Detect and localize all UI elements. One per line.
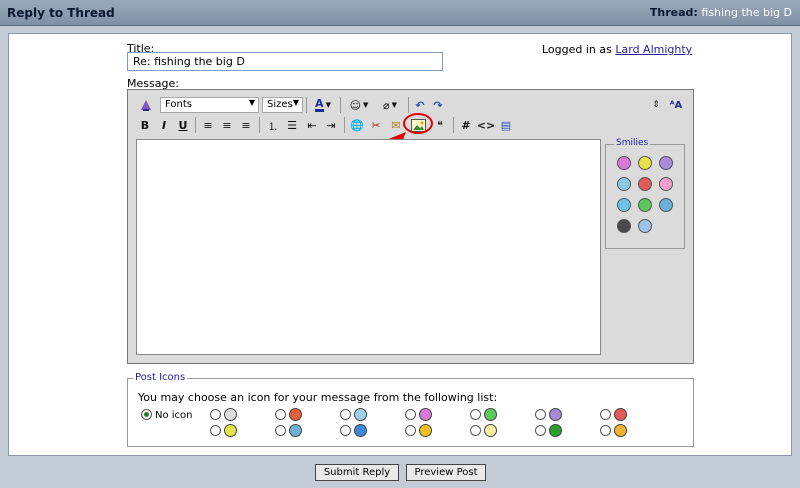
code-hash-button[interactable]: # bbox=[458, 117, 474, 133]
post-icon-radio[interactable] bbox=[210, 425, 221, 436]
bold-button[interactable]: B bbox=[137, 117, 153, 133]
smilie-icon[interactable] bbox=[659, 198, 673, 212]
smilie-icon[interactable] bbox=[638, 198, 652, 212]
post-icon bbox=[549, 424, 562, 437]
smilie-icon[interactable] bbox=[638, 156, 652, 170]
post-icon bbox=[419, 408, 432, 421]
post-icon-radio[interactable] bbox=[405, 425, 416, 436]
post-icons-legend: Post Icons bbox=[133, 372, 188, 383]
post-icon bbox=[419, 424, 432, 437]
font-select[interactable]: Fonts ▼ bbox=[160, 97, 259, 113]
smilies-legend: Smilies bbox=[614, 138, 651, 148]
php-code-icon[interactable]: ▤ bbox=[498, 117, 514, 133]
smilie-icon[interactable] bbox=[638, 177, 652, 191]
ordered-list-icon[interactable]: ⒈ bbox=[265, 117, 281, 133]
smilie-icon[interactable] bbox=[617, 156, 631, 170]
post-icon-radio[interactable] bbox=[600, 425, 611, 436]
no-icon-label: No icon bbox=[155, 410, 193, 421]
align-right-icon[interactable]: ≡ bbox=[238, 117, 254, 133]
font-color-icon[interactable]: A ▼ bbox=[311, 97, 335, 113]
post-icon-radio[interactable] bbox=[340, 425, 351, 436]
post-icon-radio[interactable] bbox=[535, 409, 546, 420]
underline-button[interactable]: U bbox=[175, 117, 191, 133]
smilie-icon[interactable] bbox=[638, 219, 652, 233]
align-center-icon[interactable]: ≡ bbox=[219, 117, 235, 133]
page-title: Reply to Thread bbox=[7, 6, 115, 20]
post-icon bbox=[614, 408, 627, 421]
toolbar-divider bbox=[408, 97, 409, 113]
post-icon-radio[interactable] bbox=[600, 409, 611, 420]
post-icon bbox=[484, 424, 497, 437]
title-input[interactable] bbox=[127, 52, 443, 71]
toolbar-divider bbox=[340, 97, 341, 113]
redo-icon[interactable]: ↷ bbox=[430, 97, 446, 113]
thread-info: Thread: fishing the big D bbox=[650, 6, 792, 19]
post-icon bbox=[289, 408, 302, 421]
smilie-icon[interactable] bbox=[617, 219, 631, 233]
unordered-list-icon[interactable]: ☰ bbox=[284, 117, 300, 133]
smilie-icon[interactable] bbox=[617, 177, 631, 191]
post-icon bbox=[224, 424, 237, 437]
post-icon bbox=[354, 424, 367, 437]
thread-label: Thread: bbox=[649, 6, 698, 19]
post-icon bbox=[224, 408, 237, 421]
post-icon-radio[interactable] bbox=[405, 409, 416, 420]
submit-reply-button[interactable]: Submit Reply bbox=[315, 464, 399, 481]
undo-icon[interactable]: ↶ bbox=[412, 97, 428, 113]
no-icon-radio[interactable] bbox=[141, 409, 152, 420]
smilie-icon[interactable] bbox=[659, 177, 673, 191]
post-icon-radio[interactable] bbox=[340, 409, 351, 420]
outdent-icon[interactable]: ⇤ bbox=[304, 117, 320, 133]
message-textarea[interactable] bbox=[136, 139, 601, 355]
post-icon-radio[interactable] bbox=[470, 425, 481, 436]
size-select[interactable]: Sizes ▼ bbox=[262, 97, 303, 113]
resize-editor-icon[interactable]: ⇕ bbox=[648, 97, 664, 113]
post-icon-radio[interactable] bbox=[535, 425, 546, 436]
html-code-button[interactable]: <> bbox=[477, 117, 495, 133]
toolbar-divider bbox=[453, 117, 454, 133]
post-icon bbox=[484, 408, 497, 421]
smilie-icon[interactable] bbox=[659, 156, 673, 170]
size-select-label: Sizes bbox=[267, 99, 293, 110]
username-link[interactable]: Lard Almighty bbox=[615, 43, 692, 56]
text-size-icon[interactable]: ᴬA bbox=[668, 97, 684, 113]
attach-icon[interactable]: ⌀ ▼ bbox=[377, 97, 403, 113]
post-icon bbox=[289, 424, 302, 437]
quote-icon[interactable]: ❝ bbox=[432, 117, 448, 133]
switch-mode-icon[interactable] bbox=[138, 97, 154, 113]
post-icon-radio[interactable] bbox=[275, 409, 286, 420]
post-icon bbox=[614, 424, 627, 437]
post-icon-radio[interactable] bbox=[470, 409, 481, 420]
post-icons-help: You may choose an icon for your message … bbox=[138, 391, 498, 404]
post-icon-radio[interactable] bbox=[210, 409, 221, 420]
font-select-label: Fonts bbox=[165, 99, 192, 110]
thread-name: fishing the big D bbox=[701, 6, 792, 19]
logged-in-info: Logged in as Lard Almighty bbox=[542, 43, 692, 56]
smilie-icon[interactable] bbox=[617, 198, 631, 212]
toolbar-divider bbox=[195, 117, 196, 133]
preview-post-button[interactable]: Preview Post bbox=[406, 464, 486, 481]
italic-button[interactable]: I bbox=[156, 117, 172, 133]
toolbar-divider bbox=[306, 97, 307, 113]
post-icon bbox=[549, 408, 562, 421]
header-bar: Reply to Thread Thread: fishing the big … bbox=[0, 0, 800, 26]
align-left-icon[interactable]: ≡ bbox=[200, 117, 216, 133]
indent-icon[interactable]: ⇥ bbox=[323, 117, 339, 133]
post-icon-radio[interactable] bbox=[275, 425, 286, 436]
post-icon bbox=[354, 408, 367, 421]
logged-in-prefix: Logged in as bbox=[542, 43, 612, 56]
toolbar-divider bbox=[259, 117, 260, 133]
smilie-menu-icon[interactable]: ☺ ▼ bbox=[346, 97, 372, 113]
